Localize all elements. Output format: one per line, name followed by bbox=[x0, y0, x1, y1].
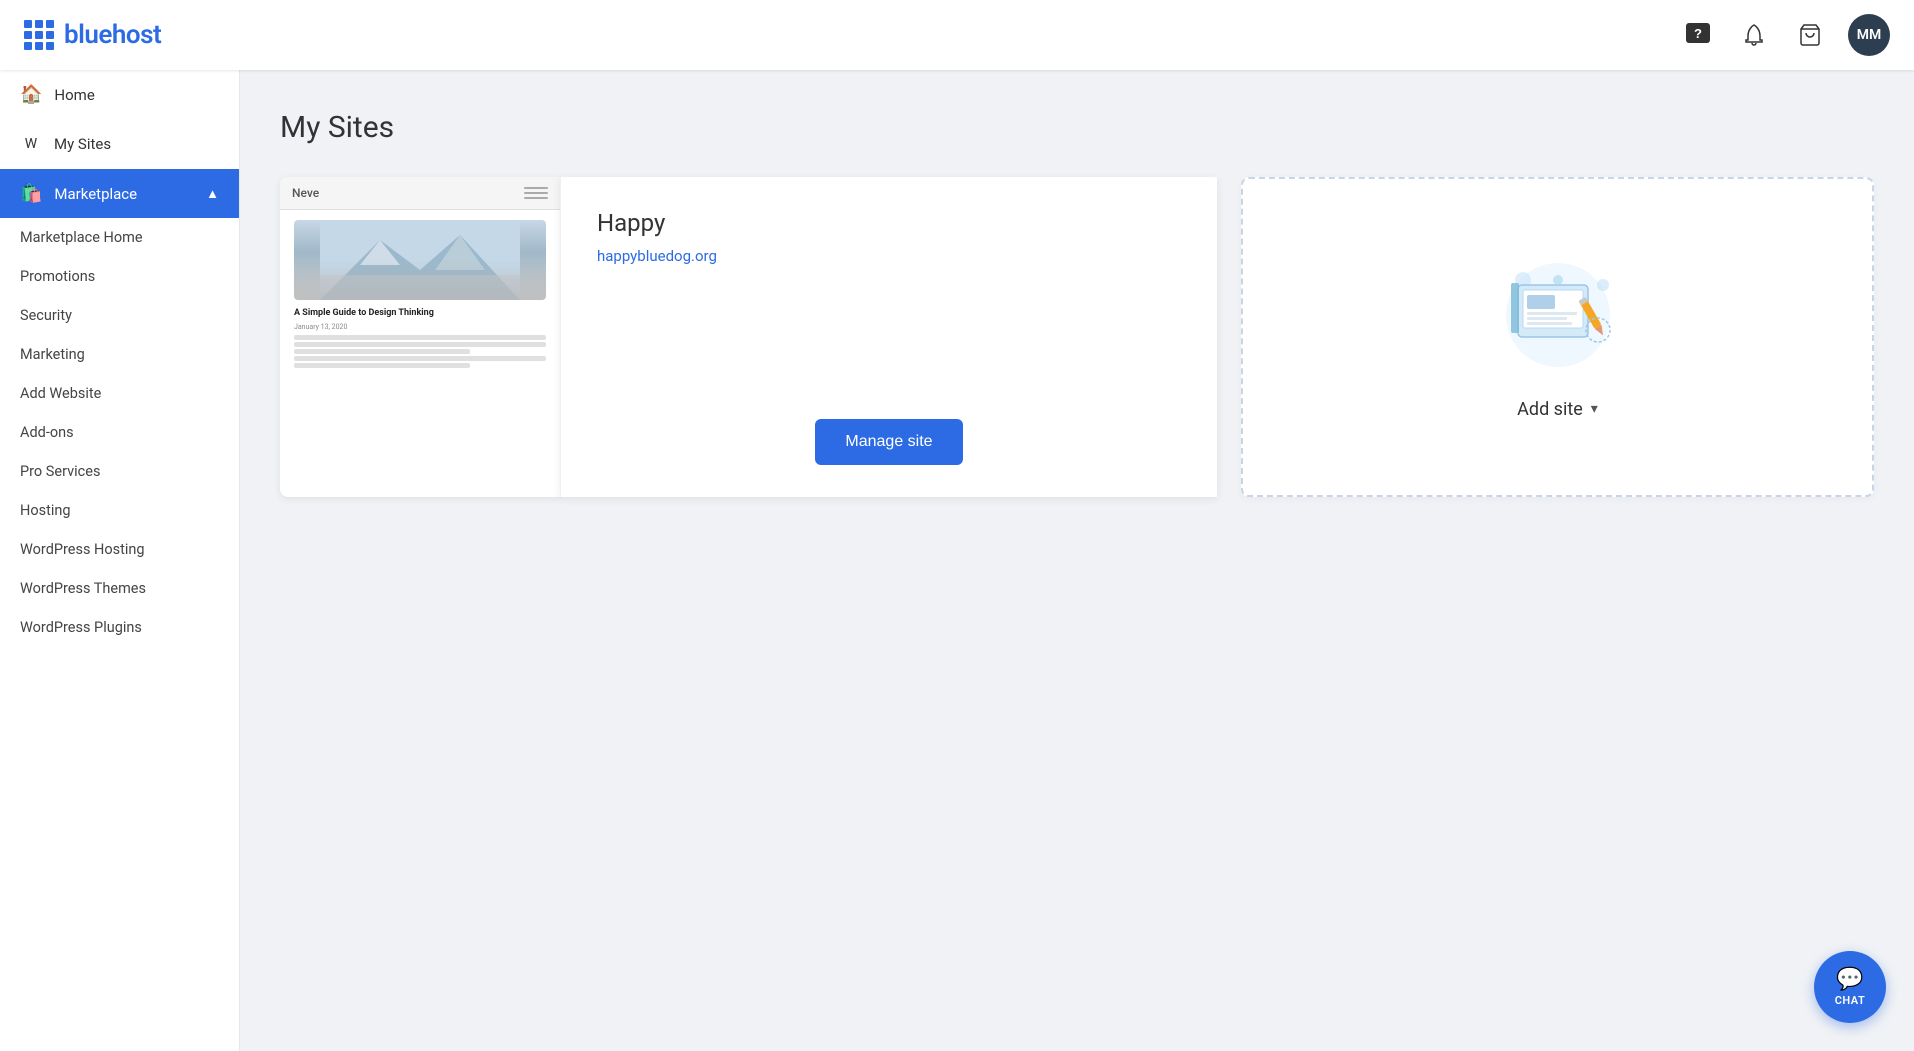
header-actions: ? MM bbox=[1680, 14, 1890, 56]
layout: 🏠 Home W My Sites 🛍️ Marketplace ▲ Marke… bbox=[0, 70, 1914, 1051]
sidebar-item-marketplace[interactable]: 🛍️ Marketplace ▲ bbox=[0, 169, 239, 218]
logo-grid-icon bbox=[24, 20, 54, 50]
thumbnail-header: Neve bbox=[280, 177, 560, 210]
sidebar-item-label: Home bbox=[54, 86, 94, 104]
home-icon: 🏠 bbox=[20, 84, 42, 105]
site-info-card: Happy happybluedog.org Manage site bbox=[560, 177, 1217, 497]
wordpress-icon: W bbox=[20, 133, 42, 155]
sidebar-item-wordpress-hosting[interactable]: WordPress Hosting bbox=[0, 530, 239, 569]
thumbnail-site-name: Neve bbox=[292, 186, 319, 200]
main-content: My Sites Neve bbox=[240, 70, 1914, 1051]
sidebar-item-security[interactable]: Security bbox=[0, 296, 239, 335]
add-site-illustration bbox=[1493, 255, 1623, 375]
header: bluehost ? MM bbox=[0, 0, 1914, 70]
page-title: My Sites bbox=[280, 110, 1874, 145]
add-site-label: Add site ▾ bbox=[1517, 399, 1598, 420]
marketplace-chevron-icon: ▲ bbox=[206, 186, 219, 202]
svg-text:?: ? bbox=[1694, 26, 1702, 41]
sidebar-item-wordpress-plugins[interactable]: WordPress Plugins bbox=[0, 608, 239, 647]
thumbnail-article-date: January 13, 2020 bbox=[294, 323, 546, 331]
sidebar-item-marketplace-home[interactable]: Marketplace Home bbox=[0, 218, 239, 257]
thumbnail-mountain-image bbox=[294, 220, 546, 300]
logo: bluehost bbox=[24, 20, 161, 50]
thumbnail-content: A Simple Guide to Design Thinking Januar… bbox=[280, 210, 560, 390]
thumbnail-article-title: A Simple Guide to Design Thinking bbox=[294, 308, 546, 320]
sidebar-item-marketing[interactable]: Marketing bbox=[0, 335, 239, 374]
sidebar-item-pro-services[interactable]: Pro Services bbox=[0, 452, 239, 491]
sidebar-item-home[interactable]: 🏠 Home bbox=[0, 70, 239, 119]
cart-button[interactable] bbox=[1792, 17, 1828, 53]
add-site-chevron-icon: ▾ bbox=[1591, 401, 1598, 417]
site-url[interactable]: happybluedog.org bbox=[597, 247, 1181, 265]
help-icon-button[interactable]: ? bbox=[1680, 17, 1716, 53]
bag-icon: 🛍️ bbox=[20, 183, 42, 204]
thumbnail-text-lines bbox=[294, 335, 546, 368]
sidebar-item-add-website[interactable]: Add Website bbox=[0, 374, 239, 413]
add-site-card[interactable]: Add site ▾ bbox=[1241, 177, 1874, 497]
sites-grid: Neve bbox=[280, 177, 1874, 497]
logo-text: bluehost bbox=[64, 20, 161, 50]
chat-icon: 💬 bbox=[1836, 967, 1863, 992]
chat-button[interactable]: 💬 CHAT bbox=[1814, 951, 1886, 1023]
sidebar-item-add-ons[interactable]: Add-ons bbox=[0, 413, 239, 452]
thumbnail-menu-icon bbox=[524, 185, 548, 201]
sidebar-item-hosting[interactable]: Hosting bbox=[0, 491, 239, 530]
sidebar-item-marketplace-label: Marketplace bbox=[54, 185, 137, 203]
avatar[interactable]: MM bbox=[1848, 14, 1890, 56]
notification-bell-button[interactable] bbox=[1736, 17, 1772, 53]
sidebar-item-promotions[interactable]: Promotions bbox=[0, 257, 239, 296]
site-name: Happy bbox=[597, 209, 1181, 237]
sidebar-item-my-sites[interactable]: W My Sites bbox=[0, 119, 239, 169]
sidebar-item-wordpress-themes[interactable]: WordPress Themes bbox=[0, 569, 239, 608]
chat-label: CHAT bbox=[1835, 994, 1866, 1007]
sidebar: 🏠 Home W My Sites 🛍️ Marketplace ▲ Marke… bbox=[0, 70, 240, 1051]
site-thumbnail-card: Neve bbox=[280, 177, 560, 497]
add-site-text: Add site bbox=[1517, 399, 1583, 420]
manage-site-button[interactable]: Manage site bbox=[815, 419, 962, 465]
sidebar-item-label: My Sites bbox=[54, 135, 111, 153]
